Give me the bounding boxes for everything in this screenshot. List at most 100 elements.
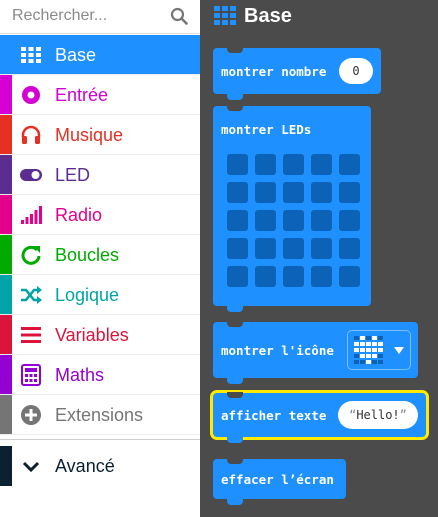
block-notch [227,105,243,111]
led-cell[interactable] [311,266,332,287]
category-musique[interactable]: Musique [0,115,200,155]
show-string-block[interactable]: afficher texte “Hello!” [213,392,426,443]
category-label: Base [55,45,97,65]
category-led[interactable]: LED [0,155,200,195]
category-color-stripe [0,115,12,154]
toggle-icon [20,169,42,181]
category-color-stripe [0,75,12,114]
blocks-flyout: Base montrer nombre 0 montrer LEDs montr… [200,0,438,517]
block-notch [227,458,243,464]
category-color-stripe [0,275,12,314]
led-cell[interactable] [255,182,276,203]
led-cell[interactable] [227,210,248,231]
led-cell[interactable] [227,266,248,287]
dropdown-arrow-icon [394,347,404,354]
plus-circle-icon [21,405,41,425]
led-cell[interactable] [283,210,304,231]
category-label: Entrée [55,85,109,105]
category-color-stripe [0,235,12,274]
category-avance[interactable]: Avancé [0,446,200,486]
block-tab [227,94,243,100]
category-label: Logique [55,285,120,305]
led-cell[interactable] [339,154,360,175]
search-icon[interactable] [170,7,188,25]
led-cell[interactable] [255,266,276,287]
number-input[interactable]: 0 [339,58,373,84]
block-label: montrer LEDs [221,122,312,137]
led-cell[interactable] [283,238,304,259]
led-grid[interactable] [227,154,367,294]
led-cell[interactable] [311,154,332,175]
grid-icon [21,47,41,63]
block-label: montrer l'icône [221,343,334,358]
signal-bars-icon [21,206,42,224]
led-cell[interactable] [311,238,332,259]
led-cell[interactable] [283,182,304,203]
category-label: Extensions [55,405,144,425]
close-quote: ” [399,408,407,422]
clear-screen-block[interactable]: effacer l’écran [213,458,346,505]
category-base[interactable]: Base [0,35,200,75]
category-label: Musique [55,125,124,145]
flyout-title: Base [244,5,292,27]
block-notch [227,392,243,398]
show-number-block[interactable]: montrer nombre 0 [213,47,381,100]
category-color-stripe [0,195,12,234]
category-color-stripe [0,355,12,394]
icon-dropdown[interactable] [347,330,411,370]
heart-icon [354,336,383,364]
headphones-icon [21,125,41,144]
led-cell[interactable] [227,154,248,175]
category-label: LED [55,165,91,185]
category-color-stripe [0,446,12,486]
text-input[interactable]: “Hello!” [338,401,418,429]
block-tab [227,378,243,384]
category-color-stripe [0,395,12,434]
block-label: effacer l’écran [221,472,334,487]
category-entree[interactable]: Entrée [0,75,200,115]
show-leds-block[interactable]: montrer LEDs [213,105,371,312]
block-notch [227,47,243,53]
block-label: montrer nombre [221,64,327,79]
category-extensions[interactable]: Extensions [0,395,200,435]
calculator-icon [21,364,41,386]
led-cell[interactable] [227,238,248,259]
category-label: Boucles [55,245,120,265]
led-cell[interactable] [255,210,276,231]
block-notch [227,321,243,327]
category-label: Variables [55,325,129,345]
category-color-stripe [0,315,12,354]
sidebar-divider [0,439,200,440]
led-cell[interactable] [283,154,304,175]
category-color-stripe [0,155,12,194]
led-cell[interactable] [311,210,332,231]
category-variables[interactable]: Variables [0,315,200,355]
category-label: Maths [55,365,105,385]
led-cell[interactable] [339,266,360,287]
category-label: Radio [55,205,103,225]
led-cell[interactable] [311,182,332,203]
category-label: Avancé [55,456,115,476]
led-cell[interactable] [227,182,248,203]
refresh-icon [21,245,41,265]
list-icon [21,327,41,343]
search-input[interactable] [12,5,162,27]
led-cell[interactable] [339,238,360,259]
category-boucles[interactable]: Boucles [0,235,200,275]
block-tab [227,499,243,505]
led-cell[interactable] [255,238,276,259]
block-label: afficher texte [221,408,327,423]
block-tab [227,306,243,312]
led-cell[interactable] [255,154,276,175]
show-icon-block[interactable]: montrer l'icône [213,321,418,384]
toolbox-sidebar: Base Entrée Musique LED Radio [0,0,200,517]
led-cell[interactable] [339,210,360,231]
shuffle-icon [21,286,42,304]
circle-dot-icon [22,86,40,104]
category-logique[interactable]: Logique [0,275,200,315]
led-cell[interactable] [339,182,360,203]
led-cell[interactable] [283,266,304,287]
category-maths[interactable]: Maths [0,355,200,395]
category-radio[interactable]: Radio [0,195,200,235]
text-input-value: Hello! [356,408,400,422]
